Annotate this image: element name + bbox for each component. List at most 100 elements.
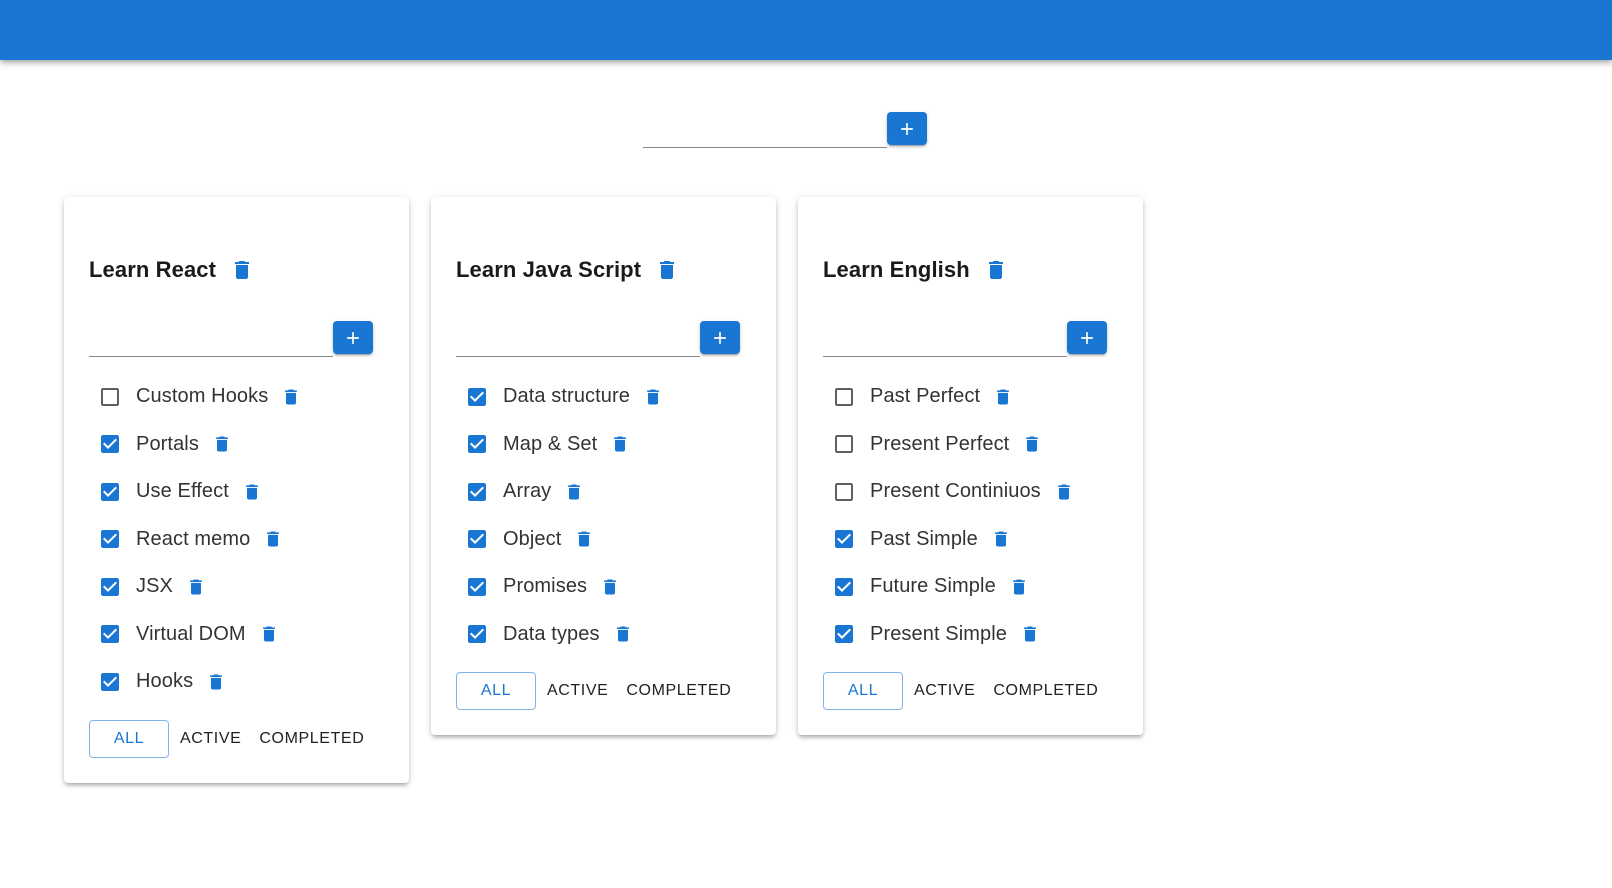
delete-task-icon[interactable] <box>993 387 1013 407</box>
trash-icon <box>1012 579 1025 595</box>
task-item: Future Simple <box>823 563 1118 611</box>
add-task-form <box>89 321 373 357</box>
filter-all-button[interactable]: ALL <box>456 672 536 710</box>
task-checkbox[interactable] <box>89 376 131 418</box>
delete-task-icon[interactable] <box>564 482 584 502</box>
trash-icon <box>614 436 627 452</box>
task-checkbox[interactable] <box>823 423 865 465</box>
task-label: JSX <box>136 575 173 598</box>
task-list: Past Perfect Present Perfect Present Conti… <box>823 373 1118 658</box>
delete-task-icon[interactable] <box>600 577 620 597</box>
filter-completed-button[interactable]: COMPLETED <box>250 720 373 758</box>
task-checkbox[interactable] <box>456 376 498 418</box>
task-label: Data types <box>503 622 600 645</box>
delete-list-icon[interactable] <box>984 258 1008 282</box>
delete-task-icon[interactable] <box>610 434 630 454</box>
add-task-button[interactable] <box>333 321 373 354</box>
add-task-button[interactable] <box>1067 321 1107 354</box>
task-checkbox[interactable] <box>456 613 498 655</box>
delete-task-icon[interactable] <box>263 529 283 549</box>
delete-task-icon[interactable] <box>206 672 226 692</box>
add-list-button[interactable] <box>887 112 927 145</box>
task-label: Portals <box>136 432 199 455</box>
filter-active-button[interactable]: ACTIVE <box>905 672 984 710</box>
new-list-input[interactable] <box>643 114 887 148</box>
delete-task-icon[interactable] <box>281 387 301 407</box>
task-item: Virtual DOM <box>89 611 384 659</box>
filter-active-button[interactable]: ACTIVE <box>171 720 250 758</box>
task-checkbox[interactable] <box>456 518 498 560</box>
task-item: Promises <box>456 563 751 611</box>
task-label: Promises <box>503 575 588 598</box>
filter-active-button[interactable]: ACTIVE <box>538 672 617 710</box>
new-task-input[interactable] <box>456 323 700 357</box>
filter-all-button[interactable]: ALL <box>823 672 903 710</box>
trash-icon <box>246 484 258 500</box>
delete-task-icon[interactable] <box>1009 577 1029 597</box>
task-item: Object <box>456 516 751 564</box>
task-item: Portals <box>89 421 384 469</box>
delete-task-icon[interactable] <box>186 577 206 597</box>
todo-list-card: Learn English Past Perfect Present Perfect… <box>798 197 1143 735</box>
trash-icon <box>1024 626 1036 642</box>
task-checkbox[interactable] <box>456 423 498 465</box>
task-checkbox[interactable] <box>89 423 131 465</box>
task-item: React memo <box>89 516 384 564</box>
delete-task-icon[interactable] <box>259 624 279 644</box>
trash-icon <box>267 531 280 547</box>
trash-icon <box>994 531 1007 547</box>
card-header: Learn React <box>89 255 384 285</box>
delete-task-icon[interactable] <box>991 529 1011 549</box>
delete-list-icon[interactable] <box>655 258 679 282</box>
delete-list-icon[interactable] <box>230 258 254 282</box>
task-item: Data structure <box>456 373 751 421</box>
task-checkbox[interactable] <box>89 661 131 703</box>
trash-icon <box>285 389 298 405</box>
delete-task-icon[interactable] <box>1022 434 1042 454</box>
task-checkbox[interactable] <box>823 471 865 513</box>
checkbox-checked-icon <box>468 482 486 501</box>
trash-icon <box>235 261 250 279</box>
delete-task-icon[interactable] <box>242 482 262 502</box>
filter-completed-button[interactable]: COMPLETED <box>984 672 1107 710</box>
task-item: JSX <box>89 563 384 611</box>
task-checkbox[interactable] <box>823 518 865 560</box>
trash-icon <box>988 261 1003 279</box>
checkbox-checked-icon <box>468 435 486 454</box>
task-label: Present Continiuos <box>870 480 1041 503</box>
trash-icon <box>210 674 223 690</box>
task-label: Map & Set <box>503 432 598 455</box>
delete-task-icon[interactable] <box>574 529 594 549</box>
checkbox-checked-icon <box>835 530 853 549</box>
delete-task-icon[interactable] <box>643 387 663 407</box>
task-item: Custom Hooks <box>89 373 384 421</box>
trash-icon <box>616 626 629 642</box>
task-checkbox[interactable] <box>456 566 498 608</box>
new-task-input[interactable] <box>823 323 1067 357</box>
task-checkbox[interactable] <box>89 566 131 608</box>
task-checkbox[interactable] <box>823 613 865 655</box>
plus-icon <box>347 331 359 344</box>
filter-completed-button[interactable]: COMPLETED <box>617 672 740 710</box>
task-item: Past Simple <box>823 516 1118 564</box>
task-checkbox[interactable] <box>89 471 131 513</box>
delete-task-icon[interactable] <box>212 434 232 454</box>
delete-task-icon[interactable] <box>1054 482 1074 502</box>
trash-icon <box>1026 436 1039 452</box>
task-checkbox[interactable] <box>89 613 131 655</box>
task-checkbox[interactable] <box>456 471 498 513</box>
delete-task-icon[interactable] <box>1020 624 1040 644</box>
delete-task-icon[interactable] <box>613 624 633 644</box>
todo-list-card: Learn React Custom Hooks Portals Use Effect… <box>64 197 409 783</box>
new-task-input[interactable] <box>89 323 333 357</box>
task-checkbox[interactable] <box>823 566 865 608</box>
task-checkbox[interactable] <box>823 376 865 418</box>
task-checkbox[interactable] <box>89 518 131 560</box>
trash-icon <box>190 579 202 595</box>
filter-all-button[interactable]: ALL <box>89 719 169 758</box>
add-task-button[interactable] <box>700 321 740 354</box>
task-label: Present Perfect <box>870 432 1010 455</box>
filter-buttons: ALL ACTIVE COMPLETED <box>89 719 384 758</box>
list-title: Learn English <box>823 257 970 282</box>
add-task-form <box>456 321 740 357</box>
